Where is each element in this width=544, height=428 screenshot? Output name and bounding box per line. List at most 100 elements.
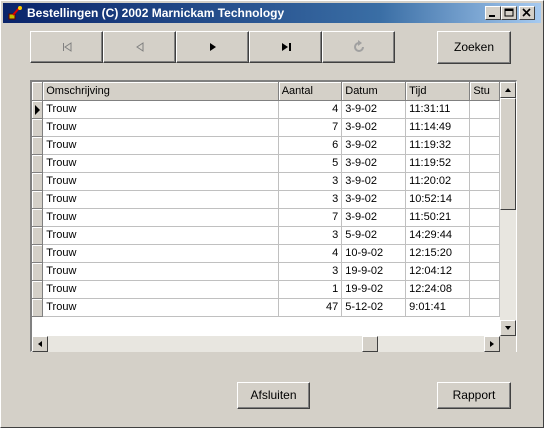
cell-aantal[interactable]: 7	[278, 208, 343, 227]
vertical-scroll-thumb[interactable]	[500, 98, 516, 210]
cell-tijd[interactable]: 11:19:32	[405, 136, 471, 155]
search-button[interactable]: Zoeken	[437, 31, 511, 64]
row-indicator[interactable]	[32, 280, 44, 299]
table-row[interactable]: Trouw 7 3-9-02 11:14:49	[32, 118, 500, 137]
close-app-button[interactable]: Afsluiten	[237, 382, 310, 409]
cell-datum[interactable]: 19-9-02	[341, 280, 407, 299]
table-row[interactable]: Trouw 1 19-9-02 12:24:08	[32, 280, 500, 299]
cell-datum[interactable]: 3-9-02	[341, 172, 407, 191]
cell-stu[interactable]	[469, 100, 500, 119]
cell-datum[interactable]: 3-9-02	[341, 136, 407, 155]
table-row[interactable]: Trouw 3 19-9-02 12:04:12	[32, 262, 500, 281]
table-row[interactable]: Trouw 3 3-9-02 11:20:02	[32, 172, 500, 191]
cell-tijd[interactable]: 11:19:52	[405, 154, 471, 173]
cell-stu[interactable]	[469, 280, 500, 299]
row-indicator[interactable]	[32, 262, 44, 281]
title-bar[interactable]: Bestellingen (C) 2002 Marnickam Technolo…	[3, 3, 541, 23]
cell-omschrijving[interactable]: Trouw	[42, 244, 279, 263]
column-header-tijd[interactable]: Tijd	[405, 82, 471, 101]
cell-aantal[interactable]: 7	[278, 118, 343, 137]
cell-datum[interactable]: 19-9-02	[341, 262, 407, 281]
cell-tijd[interactable]: 10:52:14	[405, 190, 471, 209]
cell-aantal[interactable]: 3	[278, 262, 343, 281]
cell-datum[interactable]: 5-9-02	[341, 226, 407, 245]
cell-datum[interactable]: 3-9-02	[341, 208, 407, 227]
row-indicator[interactable]	[32, 244, 44, 263]
scroll-down-button[interactable]	[500, 320, 516, 336]
last-record-button[interactable]	[249, 31, 322, 63]
cell-tijd[interactable]: 12:15:20	[405, 244, 471, 263]
cell-omschrijving[interactable]: Trouw	[42, 136, 279, 155]
cell-omschrijving[interactable]: Trouw	[42, 190, 279, 209]
cell-datum[interactable]: 3-9-02	[341, 118, 407, 137]
refresh-button[interactable]	[322, 31, 395, 63]
scroll-left-button[interactable]	[32, 336, 48, 352]
cell-tijd[interactable]: 12:04:12	[405, 262, 471, 281]
cell-tijd[interactable]: 11:20:02	[405, 172, 471, 191]
cell-stu[interactable]	[469, 136, 500, 155]
cell-aantal[interactable]: 47	[278, 298, 343, 317]
table-row[interactable]: Trouw 47 5-12-02 9:01:41	[32, 298, 500, 317]
row-indicator[interactable]	[32, 208, 44, 227]
cell-aantal[interactable]: 6	[278, 136, 343, 155]
cell-omschrijving[interactable]: Trouw	[42, 100, 279, 119]
cell-datum[interactable]: 3-9-02	[341, 190, 407, 209]
table-row[interactable]: Trouw 3 5-9-02 14:29:44	[32, 226, 500, 245]
cell-stu[interactable]	[469, 118, 500, 137]
row-indicator[interactable]	[32, 190, 44, 209]
first-record-button[interactable]	[30, 31, 103, 63]
row-indicator[interactable]	[32, 226, 44, 245]
previous-record-button[interactable]	[103, 31, 176, 63]
cell-stu[interactable]	[469, 190, 500, 209]
table-row[interactable]: Trouw 7 3-9-02 11:50:21	[32, 208, 500, 227]
row-indicator[interactable]	[32, 118, 44, 137]
cell-datum[interactable]: 10-9-02	[341, 244, 407, 263]
row-indicator[interactable]	[32, 298, 44, 317]
cell-stu[interactable]	[469, 172, 500, 191]
scroll-right-button[interactable]	[484, 336, 500, 352]
maximize-button[interactable]	[501, 6, 517, 20]
cell-tijd[interactable]: 11:31:11	[405, 100, 471, 119]
row-indicator[interactable]	[32, 136, 44, 155]
table-row[interactable]: Trouw 5 3-9-02 11:19:52	[32, 154, 500, 173]
vertical-scrollbar[interactable]	[500, 82, 516, 336]
cell-datum[interactable]: 5-12-02	[341, 298, 407, 317]
cell-tijd[interactable]: 11:50:21	[405, 208, 471, 227]
cell-stu[interactable]	[469, 244, 500, 263]
horizontal-scrollbar[interactable]	[32, 336, 500, 352]
cell-tijd[interactable]: 9:01:41	[405, 298, 471, 317]
cell-aantal[interactable]: 4	[278, 100, 343, 119]
cell-omschrijving[interactable]: Trouw	[42, 226, 279, 245]
cell-omschrijving[interactable]: Trouw	[42, 172, 279, 191]
cell-omschrijving[interactable]: Trouw	[42, 154, 279, 173]
cell-omschrijving[interactable]: Trouw	[42, 262, 279, 281]
row-indicator[interactable]	[32, 172, 44, 191]
table-row[interactable]: Trouw 3 3-9-02 10:52:14	[32, 190, 500, 209]
report-button[interactable]: Rapport	[437, 382, 511, 409]
cell-stu[interactable]	[469, 208, 500, 227]
horizontal-scroll-thumb[interactable]	[362, 336, 378, 352]
cell-stu[interactable]	[469, 262, 500, 281]
row-indicator[interactable]	[32, 154, 44, 173]
cell-omschrijving[interactable]: Trouw	[42, 280, 279, 299]
cell-stu[interactable]	[469, 226, 500, 245]
cell-datum[interactable]: 3-9-02	[341, 154, 407, 173]
cell-tijd[interactable]: 14:29:44	[405, 226, 471, 245]
cell-omschrijving[interactable]: Trouw	[42, 118, 279, 137]
minimize-button[interactable]	[485, 6, 501, 20]
cell-stu[interactable]	[469, 154, 500, 173]
table-row[interactable]: Trouw 6 3-9-02 11:19:32	[32, 136, 500, 155]
column-header-omschrijving[interactable]: Omschrijving	[42, 82, 279, 101]
column-header-stu[interactable]: Stu	[469, 82, 500, 101]
cell-aantal[interactable]: 3	[278, 172, 343, 191]
row-indicator[interactable]	[32, 100, 44, 119]
column-header-datum[interactable]: Datum	[341, 82, 407, 101]
table-row[interactable]: Trouw 4 3-9-02 11:31:11	[32, 100, 500, 119]
cell-tijd[interactable]: 11:14:49	[405, 118, 471, 137]
cell-aantal[interactable]: 3	[278, 226, 343, 245]
scroll-up-button[interactable]	[500, 82, 516, 98]
column-header-aantal[interactable]: Aantal	[278, 82, 343, 101]
cell-stu[interactable]	[469, 298, 500, 317]
cell-omschrijving[interactable]: Trouw	[42, 208, 279, 227]
cell-omschrijving[interactable]: Trouw	[42, 298, 279, 317]
